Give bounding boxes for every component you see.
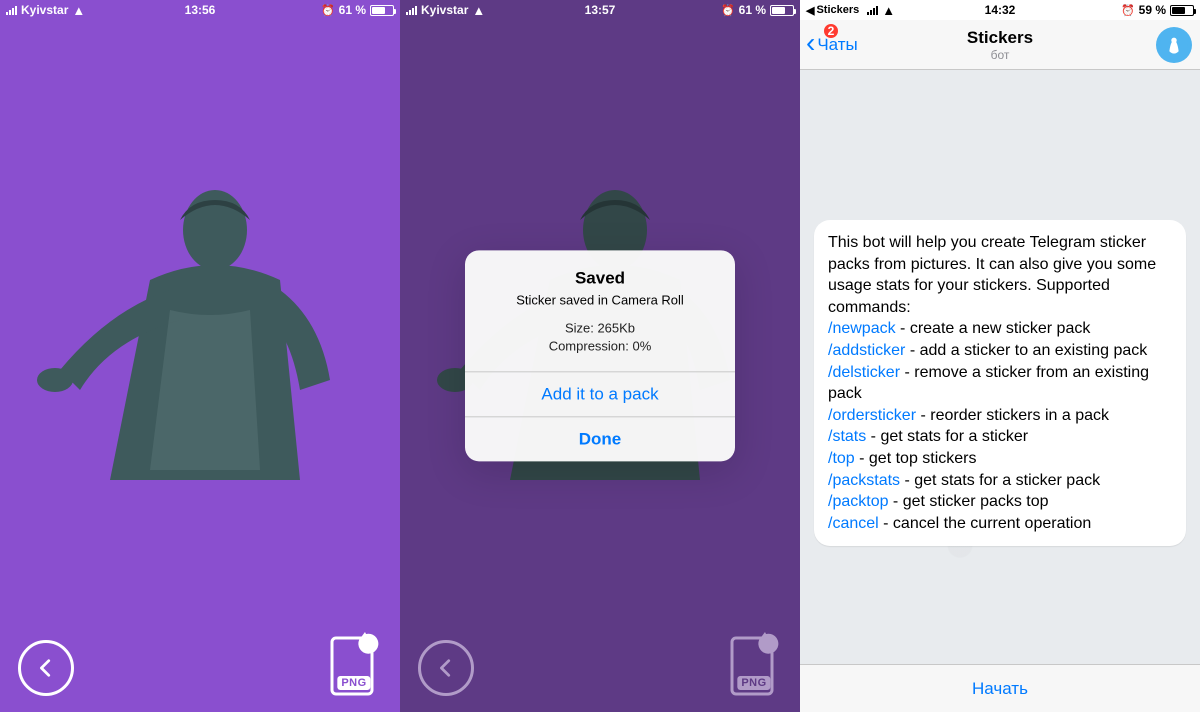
chat-subtitle: бот bbox=[967, 48, 1033, 62]
signal-icon bbox=[6, 5, 17, 15]
command-desc: - get sticker packs top bbox=[888, 493, 1048, 510]
command-line: /addsticker - add a sticker to an existi… bbox=[828, 342, 1147, 359]
saved-alert: Saved Sticker saved in Camera Roll Size:… bbox=[465, 250, 735, 461]
alert-message: Sticker saved in Camera Roll bbox=[481, 292, 719, 307]
nav-back-button[interactable]: ‹ Чаты 2 bbox=[806, 20, 858, 69]
command-link[interactable]: /newpack bbox=[828, 320, 896, 337]
bot-message-bubble: This bot will help you create Telegram s… bbox=[814, 220, 1186, 546]
chevron-left-icon bbox=[435, 657, 457, 679]
breadcrumb-label: Stickers bbox=[816, 4, 859, 16]
command-line: /delsticker - remove a sticker from an e… bbox=[828, 364, 1149, 403]
command-desc: - cancel the current operation bbox=[879, 515, 1092, 532]
command-desc: - reorder stickers in a pack bbox=[916, 407, 1109, 424]
command-line: /newpack - create a new sticker pack bbox=[828, 320, 1090, 337]
bot-avatar[interactable] bbox=[1156, 27, 1192, 63]
alert-compression: Compression: 0% bbox=[481, 338, 719, 356]
command-desc: - get stats for a sticker bbox=[866, 428, 1028, 445]
alert-add-to-pack-button[interactable]: Add it to a pack bbox=[465, 372, 735, 417]
start-button[interactable]: Начать bbox=[800, 664, 1200, 712]
wifi-icon: ▲ bbox=[72, 4, 85, 17]
sticker-preview-image bbox=[0, 170, 400, 480]
status-time: 14:32 bbox=[985, 3, 1016, 17]
chevron-left-icon: ‹ bbox=[806, 29, 815, 57]
command-desc: - get stats for a sticker pack bbox=[900, 472, 1100, 489]
chat-nav-bar: ‹ Чаты 2 Stickers бот bbox=[800, 20, 1200, 70]
command-desc: - add a sticker to an existing pack bbox=[905, 342, 1147, 359]
battery-icon bbox=[370, 5, 394, 16]
command-link[interactable]: /delsticker bbox=[828, 364, 900, 381]
telegram-panel: ◀ Stickers ▲ 14:32 ⏰ 59 % ‹ Чаты 2 Stick… bbox=[800, 0, 1200, 712]
chat-scroll-area[interactable]: This bot will help you create Telegram s… bbox=[800, 70, 1200, 664]
sticker-bot-icon bbox=[1160, 31, 1188, 59]
carrier-label: Kyivstar bbox=[421, 3, 468, 17]
battery-pct: 61 % bbox=[339, 3, 366, 17]
command-link[interactable]: /top bbox=[828, 450, 855, 467]
export-png-button[interactable]: PNG bbox=[726, 632, 782, 696]
png-label: PNG bbox=[737, 676, 770, 690]
battery-fill bbox=[1172, 7, 1185, 14]
command-link[interactable]: /cancel bbox=[828, 515, 879, 532]
command-link[interactable]: /packtop bbox=[828, 493, 888, 510]
status-bar: Kyivstar ▲ 13:56 ⏰ 61 % bbox=[0, 0, 400, 20]
back-button[interactable] bbox=[418, 640, 474, 696]
status-bar: ◀ Stickers ▲ 14:32 ⏰ 59 % bbox=[800, 0, 1200, 20]
png-label: PNG bbox=[337, 676, 370, 690]
command-link[interactable]: /ordersticker bbox=[828, 407, 916, 424]
alarm-icon: ⏰ bbox=[321, 4, 335, 17]
status-bar: Kyivstar ▲ 13:57 ⏰ 61 % bbox=[400, 0, 800, 20]
chat-title-wrap[interactable]: Stickers бот bbox=[967, 28, 1033, 62]
export-png-button[interactable]: PNG bbox=[326, 632, 382, 696]
command-line: /packtop - get sticker packs top bbox=[828, 493, 1049, 510]
alarm-icon: ⏰ bbox=[721, 4, 735, 17]
chat-title: Stickers bbox=[967, 28, 1033, 48]
command-line: /cancel - cancel the current operation bbox=[828, 515, 1091, 532]
message-intro: This bot will help you create Telegram s… bbox=[828, 234, 1156, 316]
command-link[interactable]: /addsticker bbox=[828, 342, 905, 359]
signal-icon bbox=[406, 5, 417, 15]
status-time: 13:56 bbox=[185, 3, 216, 17]
alert-done-button[interactable]: Done bbox=[465, 417, 735, 462]
command-link[interactable]: /packstats bbox=[828, 472, 900, 489]
battery-icon bbox=[770, 5, 794, 16]
battery-fill bbox=[372, 7, 385, 14]
wifi-icon: ▲ bbox=[472, 4, 485, 17]
battery-pct: 61 % bbox=[739, 3, 766, 17]
battery-pct: 59 % bbox=[1139, 3, 1166, 17]
command-line: /stats - get stats for a sticker bbox=[828, 428, 1028, 445]
command-desc: - get top stickers bbox=[855, 450, 977, 467]
chevron-left-icon: ◀ bbox=[806, 4, 814, 17]
alarm-icon: ⏰ bbox=[1121, 4, 1135, 17]
bottom-toolbar: PNG bbox=[0, 632, 400, 696]
sticker-editor-panel-saved: Kyivstar ▲ 13:57 ⏰ 61 % bbox=[400, 0, 800, 712]
alert-title: Saved bbox=[481, 268, 719, 288]
back-button[interactable] bbox=[18, 640, 74, 696]
battery-fill bbox=[772, 7, 785, 14]
app-breadcrumb[interactable]: ◀ Stickers bbox=[806, 4, 859, 17]
command-line: /top - get top stickers bbox=[828, 450, 977, 467]
carrier-label: Kyivstar bbox=[21, 3, 68, 17]
wifi-icon: ▲ bbox=[882, 4, 895, 17]
command-line: /packstats - get stats for a sticker pac… bbox=[828, 472, 1100, 489]
command-desc: - create a new sticker pack bbox=[896, 320, 1091, 337]
battery-icon bbox=[1170, 5, 1194, 16]
bottom-toolbar: PNG bbox=[400, 632, 800, 696]
chevron-left-icon bbox=[35, 657, 57, 679]
nav-back-label: Чаты bbox=[817, 35, 857, 55]
unread-badge: 2 bbox=[822, 22, 840, 40]
command-link[interactable]: /stats bbox=[828, 428, 866, 445]
alert-size: Size: 265Kb bbox=[481, 319, 719, 337]
signal-icon bbox=[867, 5, 878, 15]
command-line: /ordersticker - reorder stickers in a pa… bbox=[828, 407, 1109, 424]
sticker-editor-panel: Kyivstar ▲ 13:56 ⏰ 61 % bbox=[0, 0, 400, 712]
status-time: 13:57 bbox=[585, 3, 616, 17]
